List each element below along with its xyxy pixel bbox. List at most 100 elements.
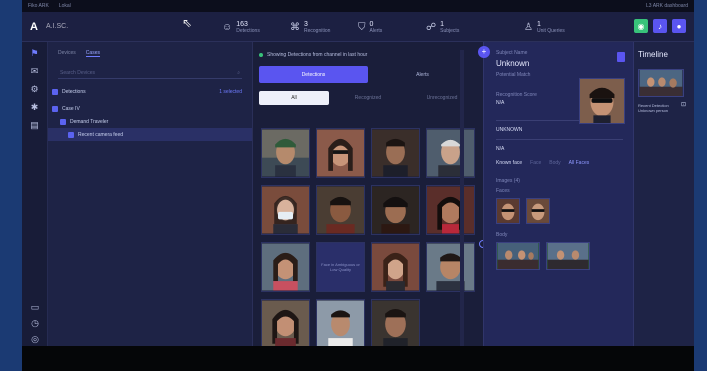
user-icon: ● (676, 21, 682, 31)
tree-row-demand[interactable]: Demand Traveler (48, 115, 252, 128)
mouse-cursor-icon: ⇖ (182, 16, 193, 30)
tree-row-camera[interactable]: Recent camera feed (48, 128, 252, 141)
filter-face[interactable]: Face (530, 160, 541, 166)
face-thumbnail[interactable] (261, 185, 310, 235)
stat-label: Detections (236, 27, 260, 34)
nav-analytics-icon[interactable]: ✱ (22, 98, 47, 116)
stat-value: 3 (304, 20, 308, 28)
face-thumbnail[interactable] (371, 128, 420, 178)
edit-icon[interactable] (617, 52, 625, 62)
detections-panel: Showing Detections from channel in last … (253, 42, 487, 349)
stat-label: Unit Queries (536, 27, 565, 34)
add-icon[interactable]: + (478, 46, 490, 58)
profile-button[interactable]: ● (672, 19, 686, 33)
nav-flag-icon[interactable]: ⚑ (22, 44, 47, 62)
face-thumbnail[interactable] (316, 128, 365, 178)
checkbox[interactable] (52, 88, 58, 95)
checkbox[interactable] (68, 131, 74, 138)
tab-cases[interactable]: Cases (85, 50, 100, 57)
video-letterbox-bar (22, 346, 694, 371)
stats-bar: ☺ 163 Detections ⌘ 3 Recognition ⛉ 0 Alerts… (222, 12, 592, 42)
nav-clock-icon[interactable]: ◷ (22, 318, 48, 329)
nav-settings-icon[interactable]: ⚙ (22, 80, 47, 98)
channel-info: Showing Detections from channel in last … (253, 42, 483, 64)
face-thumb[interactable] (526, 198, 550, 224)
body-thumbs (496, 242, 623, 270)
face-thumbnail[interactable] (261, 128, 310, 178)
face-thumbnail[interactable] (371, 242, 420, 292)
tree-row-label: Recent camera feed (78, 131, 124, 138)
checkbox[interactable] (52, 105, 58, 112)
vertical-scrollbar[interactable] (460, 50, 464, 346)
nav-rail: ⚑ ✉ ⚙ ✱ ▤ ▭ ◷ ◎ (22, 42, 48, 346)
camera-icon: ◉ (637, 21, 645, 31)
face-thumbnail[interactable] (426, 242, 475, 292)
media-filters: Known face Face Body All Faces (496, 160, 623, 166)
subject-detail-panel: + Subject Name Unknown Potential Match R… (478, 42, 633, 346)
face-thumbnail[interactable] (426, 185, 475, 235)
device-tree-panel: Devices Cases Search Devices ⌕ Detection… (48, 42, 253, 346)
stat-unit-queries[interactable]: ♙ 1 Unit Queries (524, 21, 592, 34)
tab-detections[interactable]: Detections (259, 66, 368, 83)
filter-all-faces[interactable]: All Faces (569, 160, 590, 166)
nav-inbox-icon[interactable]: ▭ (22, 302, 48, 313)
stat-alerts[interactable]: ⛉ 0 Alerts (358, 21, 426, 34)
face-thumbs (496, 198, 623, 224)
search-placeholder: Search Devices (60, 69, 96, 76)
chip-recognized[interactable]: Recognized (333, 91, 403, 105)
tree-search-input[interactable]: Search Devices ⌕ (58, 67, 242, 79)
face-thumbnail[interactable] (261, 299, 310, 349)
face-thumbnail[interactable] (261, 242, 310, 292)
faces-label: Faces (496, 188, 510, 194)
face-thumbnail[interactable] (371, 185, 420, 235)
tree-row-detections[interactable]: Detections 1 selected (48, 85, 252, 98)
stat-value: 0 (369, 20, 374, 28)
filter-known-face[interactable]: Known face (496, 160, 522, 166)
chip-all[interactable]: All (259, 91, 329, 105)
body-thumb[interactable] (496, 242, 540, 270)
shield-icon: ⛉ (358, 21, 366, 33)
detections-tabs: Detections Alerts (259, 66, 477, 83)
tree-row-case[interactable]: Case IV (48, 102, 252, 115)
checkbox[interactable] (60, 118, 66, 125)
timeline-title: Timeline (638, 50, 668, 59)
stat-value: 1 (440, 20, 445, 28)
notifications-button[interactable]: ♪ (653, 19, 667, 33)
timeline-thumbnail[interactable] (638, 69, 684, 97)
nav-document-icon[interactable]: ▤ (22, 116, 47, 134)
app-logo[interactable]: A (30, 21, 44, 33)
body-thumb[interactable] (546, 242, 590, 270)
sysbar-right: L3 ARK dashboard (646, 3, 688, 9)
face-thumbnail[interactable] (316, 299, 365, 349)
chip-unrecognized[interactable]: Unrecognized (407, 91, 477, 105)
tree-row-label: Demand Traveler (70, 118, 109, 125)
selection-link[interactable]: 1 selected (219, 89, 242, 95)
camera-button[interactable]: ◉ (634, 19, 648, 33)
stat-subjects[interactable]: ☍ 1 Subjects (426, 21, 494, 34)
app-brand: A.I.SC. (46, 23, 69, 30)
sysbar-item: Lokal (58, 3, 71, 9)
subject-portrait[interactable] (579, 78, 625, 124)
face-thumb[interactable] (496, 198, 520, 224)
tab-devices[interactable]: Devices (58, 50, 76, 57)
stat-value: 1 (536, 20, 541, 28)
stat-detections[interactable]: ☺ 163 Detections (222, 21, 290, 34)
user-list-icon: ♙ (524, 21, 533, 33)
top-actions: ◉ ♪ ● (634, 19, 686, 33)
channel-info-text: Showing Detections from channel in last … (267, 52, 368, 58)
face-unavailable-placeholder[interactable]: Face in Ambiguous or Low Quality (316, 242, 365, 292)
stat-recognition[interactable]: ⌘ 3 Recognition (290, 21, 358, 34)
system-bar: Fiko ARK Lokal L3 ARK dashboard (22, 0, 694, 12)
face-thumbnail[interactable] (316, 185, 365, 235)
app-window: Fiko ARK Lokal L3 ARK dashboard A A.I.SC… (22, 0, 694, 349)
face-thumbnail[interactable] (426, 128, 475, 178)
bell-icon: ♪ (658, 21, 662, 31)
nav-chat-icon[interactable]: ✉ (22, 62, 47, 80)
filter-body[interactable]: Body (549, 160, 560, 166)
people-icon: ☺ (222, 21, 233, 33)
subject-label: Subject Name (496, 50, 528, 56)
nav-help-icon[interactable]: ◎ (22, 334, 48, 345)
timeline-entry[interactable]: ⊡ Recent Detection Unknown person (638, 102, 690, 113)
face-thumbnail[interactable] (371, 299, 420, 349)
network-icon: ⌘ (290, 21, 300, 33)
